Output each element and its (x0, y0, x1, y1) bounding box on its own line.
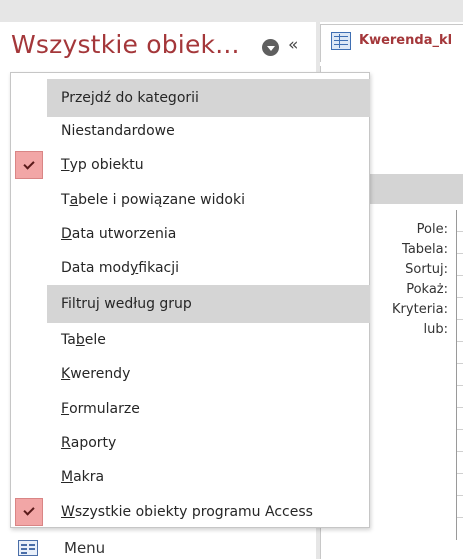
menu-item-text: werendy (70, 366, 131, 383)
grid-cell[interactable] (457, 276, 463, 298)
grid-cell[interactable] (457, 320, 463, 342)
menu-item-text: bele i powiązane widoki (78, 191, 245, 208)
menu-item[interactable]: Makra (47, 460, 370, 494)
query-icon (331, 32, 351, 50)
check-glyph (23, 504, 35, 516)
menu-item[interactable]: Typ obiektu (47, 148, 370, 182)
menu-item-access-key: y (129, 260, 139, 277)
grid-cell[interactable] (457, 254, 463, 276)
document-tab-row: Kwerenda_kl (320, 22, 463, 66)
collapse-pane-button[interactable]: « (288, 35, 298, 55)
menu-item-text: szystkie obiekty programu Access (74, 503, 313, 520)
menu-item-access-key: M (61, 469, 74, 486)
menu-item-text: Niestandardowe (61, 123, 175, 139)
menu-item[interactable]: Formularze (47, 392, 370, 426)
menu-item[interactable]: Kwerendy (47, 357, 370, 391)
checkmark-icon (15, 497, 43, 526)
ribbon-strip (0, 0, 463, 22)
menu-item-text: Data mod (61, 260, 130, 277)
grid-cell[interactable] (457, 496, 463, 518)
nav-item-menu[interactable]: Menu (18, 537, 105, 559)
menu-item-text: akra (73, 469, 105, 486)
grid-cell[interactable] (457, 408, 463, 430)
menu-item-access-key: W (61, 503, 75, 520)
grid-cell[interactable] (457, 342, 463, 364)
menu-item-text: fikacji (138, 260, 180, 277)
nav-pane-title[interactable]: Wszystkie obiek... (11, 30, 240, 59)
menu-item[interactable]: Niestandardowe (47, 114, 370, 148)
menu-item-text: Ta (61, 332, 76, 348)
nav-pane-header[interactable]: Wszystkie obiek... « (0, 22, 316, 74)
menu-item-text: ele (84, 332, 106, 348)
grid-cell[interactable] (457, 364, 463, 386)
menu-item-access-key: T (61, 157, 70, 174)
form-icon (18, 540, 38, 556)
section-header-filter: Filtruj według grup (47, 285, 370, 323)
menu-item-text: yp obiektu (69, 157, 144, 174)
grid-cell[interactable] (457, 430, 463, 452)
access-window: Wszystkie obiek... « Menu Kwerenda_kl Po… (0, 0, 463, 559)
menu-item-text: ormularze (69, 400, 140, 417)
menu-item-text: aporty (70, 434, 117, 451)
nav-pane-dropdown-menu: Przejdź do kategorii Filtruj według grup… (10, 72, 370, 528)
menu-item[interactable]: Raporty (47, 426, 370, 460)
grid-cell[interactable] (457, 210, 463, 232)
grid-cell[interactable] (457, 298, 463, 320)
menu-item-access-key: R (61, 434, 71, 451)
grid-cell[interactable] (457, 232, 463, 254)
tab-query[interactable]: Kwerenda_kl (320, 24, 463, 62)
menu-item-access-key: K (61, 366, 71, 383)
grid-cell[interactable] (457, 386, 463, 408)
menu-item-access-key: a (69, 191, 79, 208)
menu-item[interactable]: Ta bele i powiązane widoki (47, 183, 370, 217)
section-header-category: Przejdź do kategorii (47, 79, 370, 117)
chevron-down-icon (266, 46, 275, 51)
check-glyph (23, 158, 35, 170)
menu-item-access-key: b (75, 332, 85, 348)
menu-item-access-key: D (61, 225, 72, 242)
design-grid-column[interactable] (456, 210, 463, 540)
menu-item[interactable]: Data utworzenia (47, 217, 370, 251)
nav-pane-menu-button[interactable] (262, 39, 279, 56)
tab-label: Kwerenda_kl (359, 33, 453, 48)
grid-cell[interactable] (457, 474, 463, 496)
menu-item-access-key: F (61, 400, 70, 417)
menu-item-text: T (61, 191, 70, 208)
checkmark-icon (15, 151, 43, 180)
menu-item[interactable]: Ta b ele (47, 323, 370, 357)
menu-item[interactable]: Data mod y fikacji (47, 251, 370, 285)
menu-item-text: ata utworzenia (71, 225, 177, 242)
menu-item[interactable]: Wszystkie obiekty programu Access (47, 495, 370, 529)
grid-cell[interactable] (457, 452, 463, 474)
nav-item-label: Menu (64, 539, 106, 557)
